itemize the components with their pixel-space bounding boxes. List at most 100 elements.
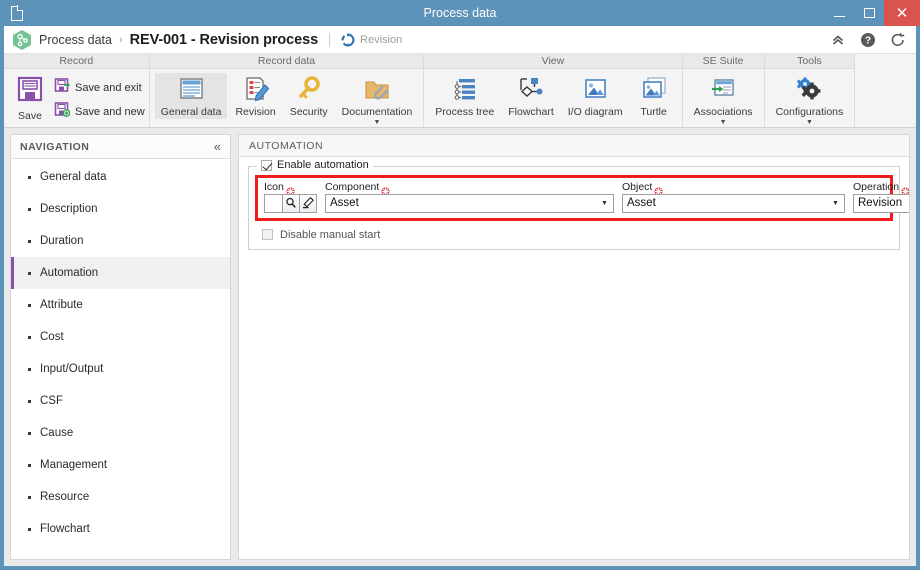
sidebar-item-cause[interactable]: Cause [11, 417, 230, 449]
bullet-icon [28, 303, 31, 307]
required-marker-icon [654, 183, 663, 196]
ribbon-group-title: Record data [149, 54, 424, 69]
save-button[interactable]: Save [8, 73, 52, 123]
ribbon-group-record: Record Save Save and exit Save and new [4, 54, 150, 127]
title-bar: Process data ✕ [0, 0, 920, 26]
ribbon-button-documentation[interactable]: Documentation ▼ [336, 73, 419, 126]
chevron-down-icon[interactable]: ▼ [806, 119, 813, 126]
sidebar-item-general-data[interactable]: General data [11, 161, 230, 193]
page-header: Process data › REV-001 - Revision proces… [4, 26, 916, 54]
sidebar-item-attribute[interactable]: Attribute [11, 289, 230, 321]
chevron-down-icon[interactable]: ▼ [720, 119, 727, 126]
ribbon-button-configurations[interactable]: Configurations ▼ [770, 73, 850, 126]
collapse-chevrons-icon[interactable] [830, 32, 846, 48]
ribbon-button-revision[interactable]: Revision [229, 73, 281, 119]
required-marker-icon [901, 183, 909, 196]
ribbon-button-flowchart[interactable]: Flowchart [502, 73, 560, 119]
checkbox-icon[interactable] [261, 159, 272, 171]
breadcrumb-separator: › [118, 33, 123, 46]
document-icon [6, 2, 28, 24]
ribbon-button-label: Security [289, 106, 328, 118]
required-marker-icon [286, 183, 295, 196]
sidebar-item-label: Automation [40, 267, 99, 279]
sidebar-item-flowchart[interactable]: Flowchart [11, 513, 230, 545]
bullet-icon [28, 239, 31, 243]
save-new-icon [54, 101, 71, 122]
icon-preview-box[interactable] [264, 193, 283, 213]
checkbox-icon[interactable] [262, 229, 273, 240]
refresh-icon[interactable] [890, 32, 906, 48]
svg-text:?: ? [865, 35, 871, 46]
ribbon-button-security[interactable]: Security [284, 73, 334, 119]
revision-edit-icon [241, 75, 271, 105]
operation-field: Operation Revision [853, 182, 909, 213]
disable-manual-start-label: Disable manual start [280, 228, 381, 241]
ribbon-button-io-diagram[interactable]: I/O diagram [562, 73, 629, 119]
breadcrumb-root[interactable]: Process data [39, 33, 112, 47]
ribbon-toolbar: Record Save Save and exit Save and new R… [4, 54, 916, 128]
collapse-left-icon[interactable]: « [214, 140, 221, 153]
ribbon-button-turtle[interactable]: Turtle [631, 73, 677, 119]
sidebar-item-label: CSF [40, 395, 63, 407]
revision-status-label: Revision [360, 33, 403, 46]
chevron-down-icon[interactable]: ▼ [374, 119, 381, 126]
sidebar-item-label: Attribute [40, 299, 83, 311]
bullet-icon [28, 463, 31, 467]
ribbon-button-general-data[interactable]: General data [154, 73, 228, 119]
window-title: Process data [423, 6, 497, 20]
sidebar-item-automation[interactable]: Automation [11, 257, 230, 289]
sidebar-item-csf[interactable]: CSF [11, 385, 230, 417]
sidebar-item-input-output[interactable]: Input/Output [11, 353, 230, 385]
page-title: REV-001 - Revision process [129, 31, 319, 48]
sidebar-item-description[interactable]: Description [11, 193, 230, 225]
minimize-button[interactable] [824, 0, 854, 26]
sidebar-item-label: Flowchart [40, 523, 90, 535]
chevron-down-icon[interactable]: ▼ [829, 200, 842, 207]
ribbon-button-label: Flowchart [508, 106, 554, 118]
bullet-icon [28, 335, 31, 339]
ribbon-button-label: Revision [235, 106, 276, 118]
save-and-exit-button[interactable]: Save and exit [54, 77, 145, 98]
disable-manual-start-checkbox[interactable]: Disable manual start [255, 221, 893, 243]
component-select-value: Asset [330, 197, 359, 209]
automation-fieldset: Enable automation Icon Component Asset ▼… [248, 159, 909, 250]
sidebar-item-cost[interactable]: Cost [11, 321, 230, 353]
revision-cycle-icon [341, 32, 355, 47]
close-button[interactable]: ✕ [884, 0, 920, 26]
sidebar-item-label: General data [40, 171, 107, 183]
main-panel-header: AUTOMATION [239, 135, 909, 157]
main-panel-title: AUTOMATION [249, 139, 324, 152]
sidebar-item-resource[interactable]: Resource [11, 481, 230, 513]
key-icon [294, 75, 324, 105]
ribbon-group-title: View [424, 54, 682, 69]
ribbon-button-label: General data [160, 106, 222, 118]
main-panel: AUTOMATION Enable automation Icon Compon… [238, 134, 910, 560]
ribbon-group-tools: Tools Configurations ▼ [764, 54, 856, 127]
maximize-button[interactable] [854, 0, 884, 26]
ribbon-button-label: I/O diagram [567, 106, 623, 118]
general-data-icon [176, 75, 206, 105]
sidebar-item-duration[interactable]: Duration [11, 225, 230, 257]
object-field: Object Asset ▼ [622, 182, 845, 213]
ribbon-button-associations[interactable]: Associations ▼ [688, 73, 759, 126]
eraser-icon[interactable] [300, 193, 317, 213]
operation-select[interactable]: Revision ▼ [853, 193, 909, 213]
sidebar-item-label: Management [40, 459, 108, 471]
enable-automation-checkbox[interactable]: Enable automation [257, 159, 373, 171]
help-icon[interactable]: ? [860, 32, 876, 48]
bullet-icon [28, 495, 31, 499]
object-select[interactable]: Asset ▼ [622, 193, 845, 213]
ribbon-button-label: Turtle [640, 106, 667, 118]
save-and-new-button[interactable]: Save and new [54, 101, 145, 122]
save-exit-icon [54, 77, 70, 98]
sidebar-item-management[interactable]: Management [11, 449, 230, 481]
ribbon-button-label: Associations [693, 106, 753, 118]
magnifier-icon[interactable] [283, 193, 300, 213]
ribbon-button-process-tree[interactable]: Process tree [429, 73, 500, 119]
operation-select-value: Revision [858, 197, 903, 209]
main-panel-body: Enable automation Icon Component Asset ▼… [239, 157, 909, 250]
enable-automation-label: Enable automation [277, 159, 369, 171]
component-select[interactable]: Asset ▼ [325, 193, 614, 213]
chevron-down-icon[interactable]: ▼ [598, 200, 611, 207]
bullet-icon [28, 399, 31, 403]
